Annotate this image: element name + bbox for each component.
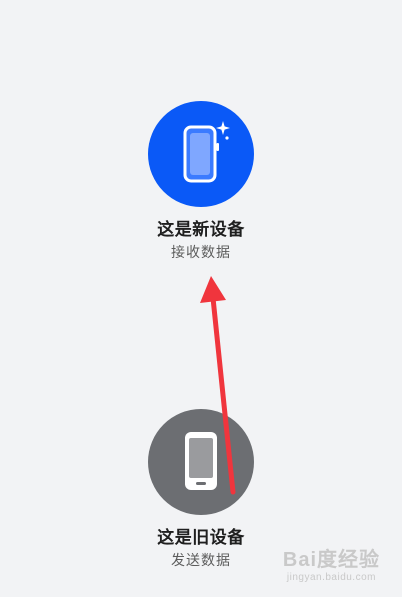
new-device-button[interactable] <box>148 101 254 207</box>
new-device-option[interactable]: 这是新设备 接收数据 <box>0 101 402 262</box>
old-device-title: 这是旧设备 <box>157 528 245 548</box>
baidu-jingyan-watermark: Bai度经验 jingyan.baidu.com <box>283 543 380 583</box>
watermark-url: jingyan.baidu.com <box>286 572 376 583</box>
new-device-title: 这是新设备 <box>157 220 245 240</box>
new-phone-icon <box>183 121 230 183</box>
watermark-logo: Bai度经验 <box>282 549 380 571</box>
old-device-button[interactable] <box>148 409 254 515</box>
old-device-subtitle: 发送数据 <box>171 553 231 569</box>
new-device-subtitle: 接收数据 <box>171 245 231 261</box>
old-phone-icon <box>185 432 217 490</box>
